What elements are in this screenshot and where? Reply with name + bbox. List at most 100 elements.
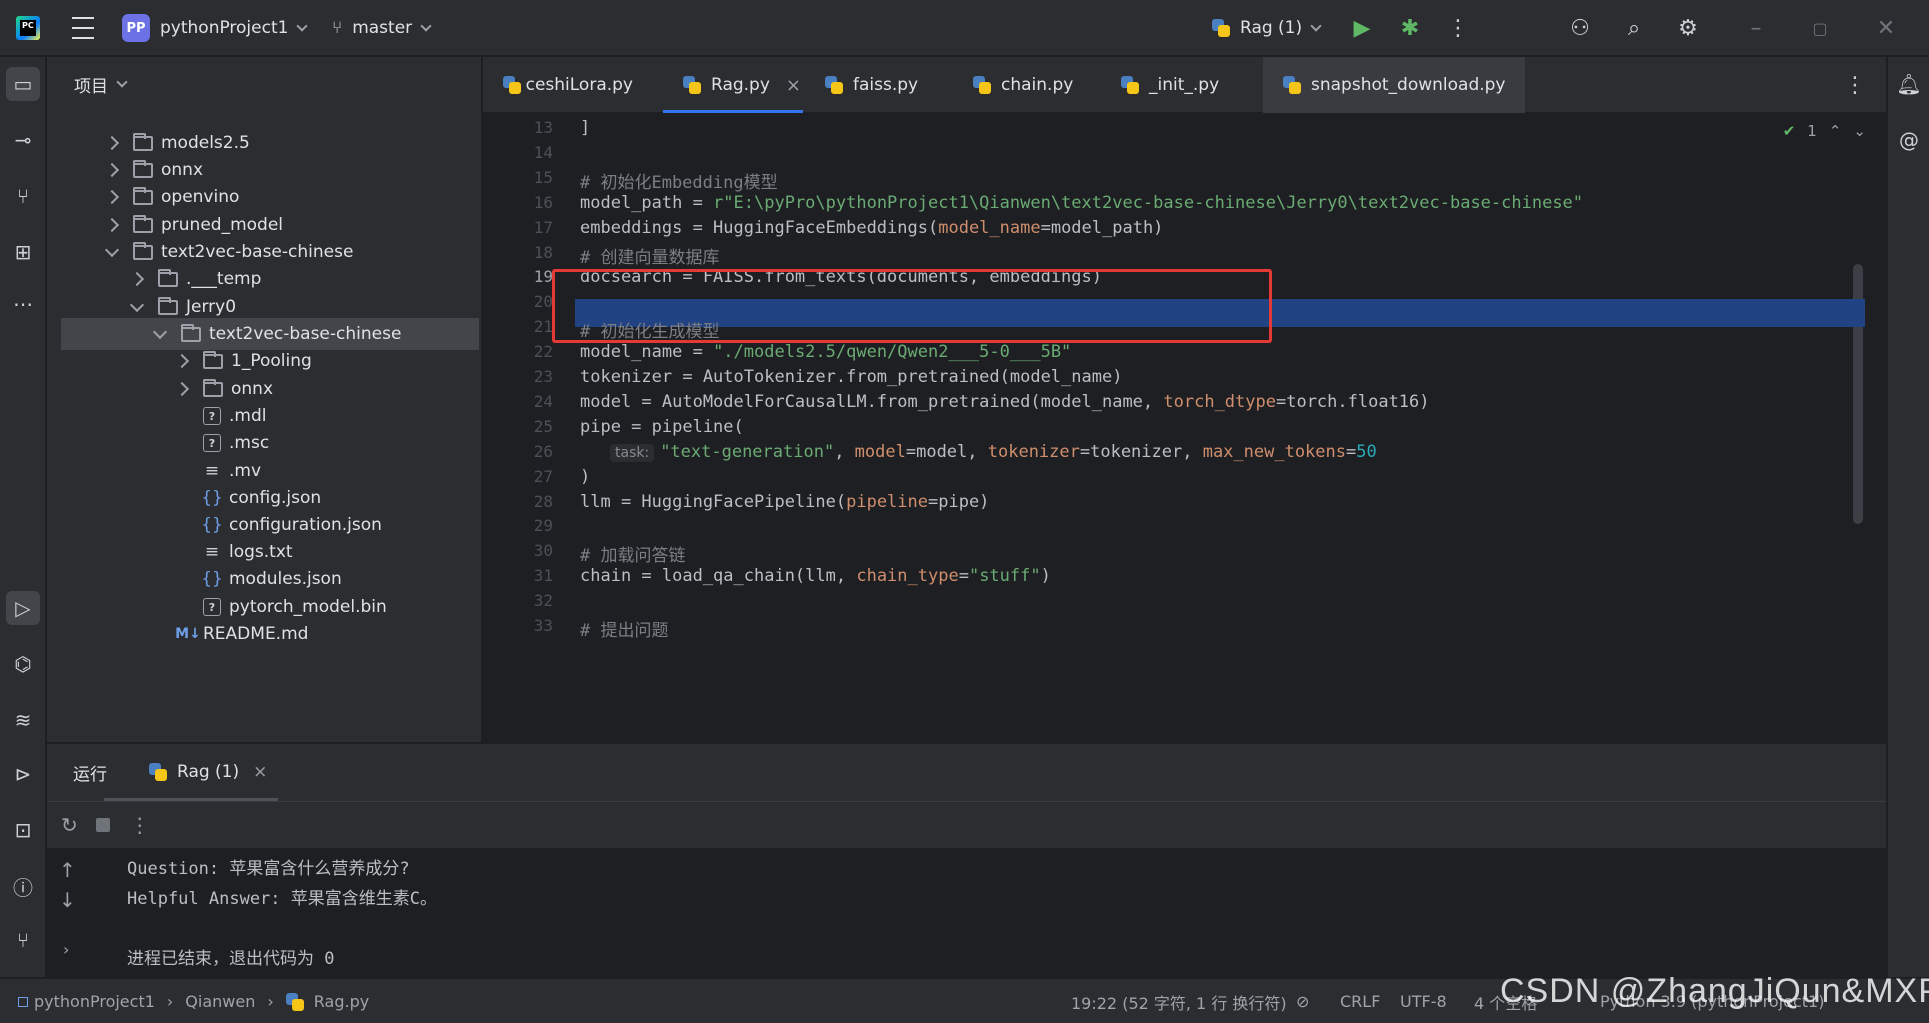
code-line[interactable]: model_name = "./models2.5/qwen/Qwen2___5… bbox=[580, 342, 1071, 362]
debug-icon[interactable]: ✱ bbox=[1394, 12, 1426, 44]
stop-icon[interactable] bbox=[95, 817, 110, 832]
commit-icon[interactable]: ⊸ bbox=[6, 123, 40, 157]
search-icon[interactable]: ⌕ bbox=[1618, 12, 1650, 44]
json-file-icon: {} bbox=[201, 569, 223, 589]
pull-requests-icon[interactable]: ⑂ bbox=[6, 179, 40, 213]
tab-ceshilora[interactable]: ceshiLora.py bbox=[483, 57, 633, 113]
readonly-toggle-icon[interactable]: ⊘ bbox=[1296, 979, 1309, 1023]
close-tab-icon[interactable]: × bbox=[786, 75, 801, 96]
project-tool-icon[interactable]: ▭ bbox=[6, 67, 40, 101]
chevron-right-icon[interactable] bbox=[174, 381, 190, 397]
code-line[interactable]: # 创建向量数据库 bbox=[580, 243, 719, 268]
folder-icon bbox=[158, 296, 178, 315]
code-text: chain = load_qa_chain(llm, chain_type="s… bbox=[580, 566, 1051, 587]
chevron-down-icon[interactable] bbox=[152, 324, 168, 339]
scroll-down-icon[interactable]: ↓ bbox=[59, 888, 76, 912]
notifications-icon[interactable]: 🔔︎ bbox=[1892, 67, 1926, 101]
scroll-up-icon[interactable]: ↑ bbox=[59, 858, 76, 882]
tree-item-label: onnx bbox=[231, 379, 274, 399]
chevron-down-icon[interactable] bbox=[104, 242, 120, 257]
code-text: tokenizer = AutoTokenizer.from_pretraine… bbox=[580, 367, 1123, 387]
code-text: ) bbox=[580, 466, 591, 487]
branch-switcher[interactable]: ⑂ master bbox=[332, 0, 432, 56]
code-line[interactable]: ] bbox=[580, 118, 590, 138]
chevron-right-icon[interactable] bbox=[104, 217, 120, 233]
chevron-right-icon[interactable] bbox=[174, 353, 190, 369]
code-line[interactable]: model = AutoModelForCausalLM.from_pretra… bbox=[580, 392, 1430, 412]
run-tool-icon[interactable]: ▷ bbox=[6, 591, 40, 625]
tab-options-icon[interactable]: ⋮ bbox=[1839, 69, 1871, 101]
more-tools-icon[interactable]: ⋯ bbox=[6, 287, 40, 321]
folder-icon bbox=[158, 268, 178, 287]
terminal-icon[interactable]: ⊡ bbox=[6, 813, 40, 847]
tree-item[interactable]: M↓ README.md bbox=[47, 618, 477, 650]
structure-icon[interactable]: ⊞ bbox=[6, 235, 40, 269]
run-config-selector[interactable]: Rag (1) bbox=[1212, 0, 1322, 56]
python-packages-icon[interactable]: ≋ bbox=[6, 703, 40, 737]
inspection-widget[interactable]: ✔ 1 ⌃ ⌄ bbox=[1783, 122, 1866, 140]
code-line[interactable]: llm = HuggingFacePipeline(pipeline=pipe) bbox=[580, 492, 989, 512]
json-file-icon: {} bbox=[201, 488, 223, 508]
code-line[interactable]: tokenizer = AutoTokenizer.from_pretraine… bbox=[580, 367, 1122, 387]
code-editor[interactable]: 13 14 15 16 17 18 19 20 21 22 23 24 25 26 27 28 29 30 31 32… bbox=[483, 114, 1886, 742]
breadcrumb-item[interactable]: pythonProject1 bbox=[34, 992, 155, 1011]
more-actions-icon[interactable]: ⋮ bbox=[1442, 12, 1474, 44]
chevron-right-icon[interactable] bbox=[104, 162, 120, 178]
console-output[interactable]: ↑ ↓ › Question: 苹果富含什么营养成分? Helpful Answ… bbox=[47, 848, 1886, 978]
pycharm-logo-icon[interactable]: PC bbox=[16, 16, 40, 40]
services-icon[interactable]: ⊳ bbox=[6, 757, 40, 791]
ai-assistant-icon[interactable]: @ bbox=[1892, 123, 1926, 157]
code-line[interactable]: # 初始化Embedding模型 bbox=[580, 168, 778, 193]
breadcrumb-separator-icon: › bbox=[166, 992, 174, 1011]
add-user-icon[interactable]: ⚇ bbox=[1564, 12, 1596, 44]
tab-faiss[interactable]: faiss.py bbox=[805, 57, 925, 113]
problems-icon[interactable]: ⓘ bbox=[6, 869, 40, 903]
previous-highlight-icon[interactable]: ⌃ bbox=[1829, 122, 1842, 140]
main-menu-icon[interactable] bbox=[68, 0, 98, 56]
code-line[interactable]: # 初始化生成模型 bbox=[580, 317, 719, 342]
line-separator[interactable]: CRLF bbox=[1340, 979, 1380, 1023]
console-line: Helpful Answer: 苹果富含维生素C。 bbox=[127, 889, 437, 909]
breadcrumb-item[interactable]: Qianwen bbox=[185, 992, 255, 1011]
close-window-icon[interactable]: ✕ bbox=[1870, 12, 1902, 44]
minimize-icon[interactable]: – bbox=[1740, 12, 1772, 44]
code-line[interactable]: # 加载问答链 bbox=[580, 541, 685, 566]
caret-position[interactable]: 19:22 (52 字符, 1 行 换行符) bbox=[1071, 979, 1287, 1023]
tab-init[interactable]: _init_.py bbox=[1101, 57, 1231, 113]
code-line[interactable]: chain = load_qa_chain(llm, chain_type="s… bbox=[580, 566, 1051, 586]
chevron-right-icon[interactable] bbox=[129, 271, 145, 287]
file-encoding[interactable]: UTF-8 bbox=[1400, 979, 1447, 1023]
breadcrumb-item[interactable]: Rag.py bbox=[314, 992, 369, 1011]
project-switcher[interactable]: PP pythonProject1 bbox=[122, 0, 309, 56]
expand-icon[interactable]: › bbox=[63, 940, 69, 959]
code-line[interactable]: ) bbox=[580, 467, 590, 487]
editor-tabs: ceshiLora.py Rag.py × faiss.py chain.py _… bbox=[483, 57, 1886, 113]
code-line[interactable]: docsearch = FAISS.from_texts(documents, … bbox=[580, 267, 1102, 287]
chevron-down-icon[interactable] bbox=[129, 297, 145, 312]
left-tool-strip: ▭ ⊸ ⑂ ⊞ ⋯ ▷ ⌬ ≋ ⊳ ⊡ ⓘ ⑂ bbox=[0, 57, 46, 977]
rerun-icon[interactable]: ↻ bbox=[61, 813, 78, 837]
maximize-icon[interactable]: ▢ bbox=[1804, 12, 1836, 44]
settings-icon[interactable]: ⚙ bbox=[1672, 12, 1704, 44]
code-line[interactable]: task: "text-generation", model=model, tok… bbox=[610, 442, 1377, 462]
line-number-gutter: 13 14 15 16 17 18 19 20 21 22 23 24 25 26 27 28 29 30 31 32… bbox=[483, 114, 553, 742]
tab-snapshot-download[interactable]: snapshot_download.py bbox=[1263, 57, 1525, 113]
more-run-options-icon[interactable]: ⋮ bbox=[130, 813, 150, 837]
tree-item-label: logs.txt bbox=[229, 542, 293, 562]
tab-rag[interactable]: Rag.py × bbox=[663, 57, 803, 113]
close-run-tab-icon[interactable]: × bbox=[253, 762, 267, 782]
module-icon bbox=[18, 996, 28, 1007]
tab-chain[interactable]: chain.py bbox=[953, 57, 1083, 113]
chevron-right-icon[interactable] bbox=[104, 189, 120, 205]
run-icon[interactable]: ▶ bbox=[1346, 12, 1378, 44]
run-tab[interactable]: Rag (1) × bbox=[149, 762, 267, 782]
code-line[interactable]: model_path = r"E:\pyPro\pythonProject1\Q… bbox=[580, 193, 1583, 213]
project-panel-header[interactable]: 项目 bbox=[47, 57, 481, 111]
chevron-right-icon[interactable] bbox=[104, 135, 120, 151]
code-line[interactable]: # 提出问题 bbox=[580, 616, 668, 641]
next-highlight-icon[interactable]: ⌄ bbox=[1853, 122, 1866, 140]
python-console-icon[interactable]: ⌬ bbox=[6, 647, 40, 681]
code-line[interactable]: embeddings = HuggingFaceEmbeddings(model… bbox=[580, 218, 1163, 238]
git-icon[interactable]: ⑂ bbox=[6, 923, 40, 957]
code-line[interactable]: pipe = pipeline( bbox=[580, 417, 744, 437]
